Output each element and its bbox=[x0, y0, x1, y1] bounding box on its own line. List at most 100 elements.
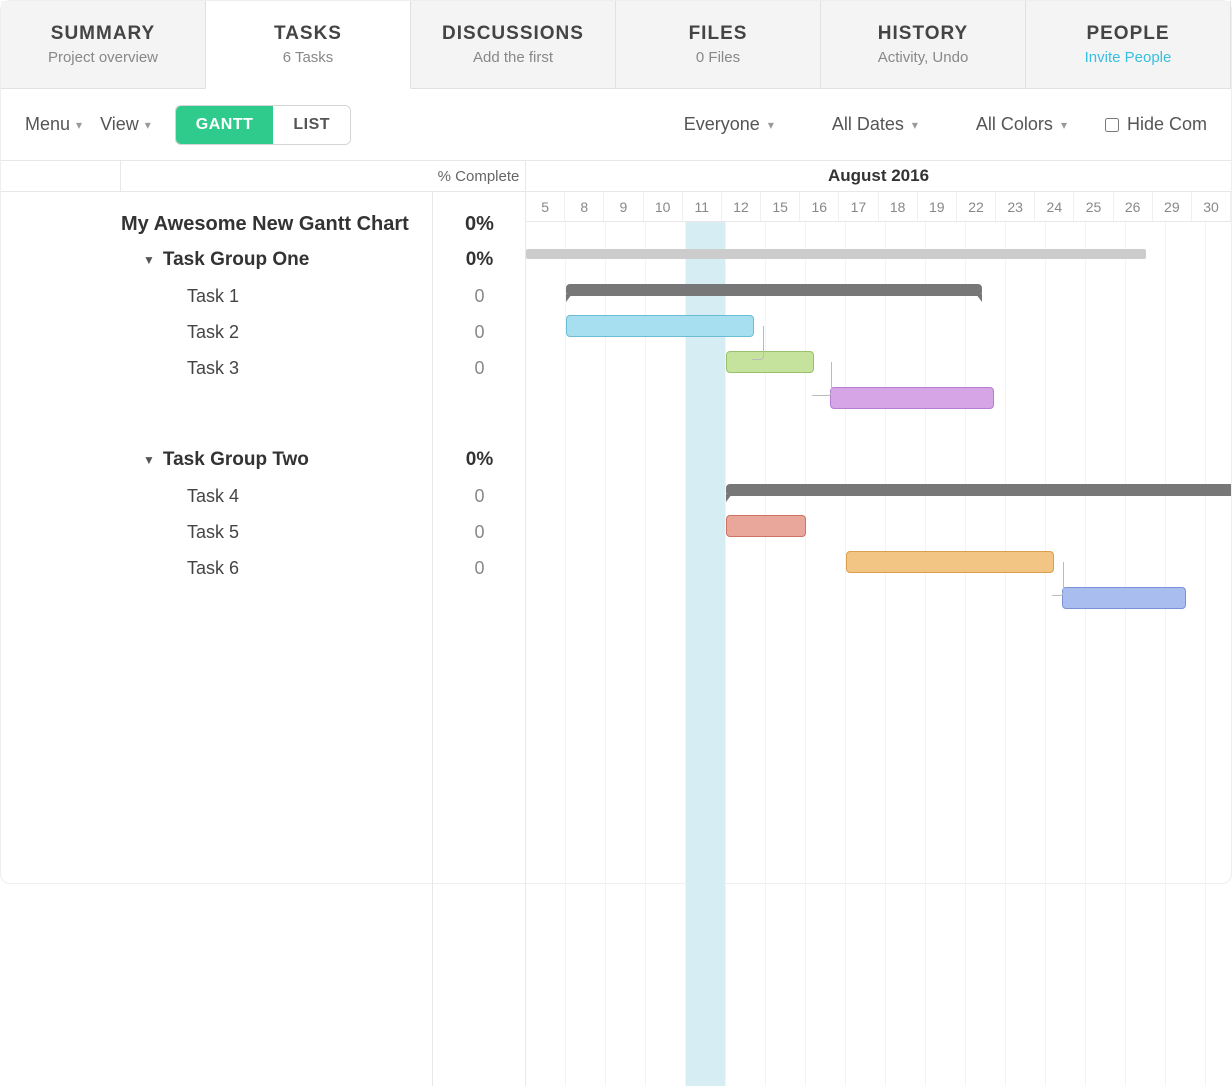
day-col-12: 12 bbox=[722, 192, 761, 221]
gantt-row bbox=[526, 236, 1231, 272]
col-pct-header: % Complete bbox=[432, 161, 526, 191]
view-label: View bbox=[100, 114, 139, 135]
row-label: Task 6 bbox=[121, 558, 432, 579]
tab-title: PEOPLE bbox=[1086, 23, 1169, 45]
tab-subtitle: Add the first bbox=[473, 49, 553, 66]
gantt-bar[interactable] bbox=[726, 484, 1231, 496]
tab-subtitle: Project overview bbox=[48, 49, 158, 66]
month-header: August 2016 bbox=[526, 161, 1231, 191]
gantt-bar[interactable] bbox=[526, 249, 1146, 259]
list-toggle[interactable]: LIST bbox=[273, 106, 350, 144]
day-col-26: 26 bbox=[1114, 192, 1153, 221]
gantt-bar[interactable] bbox=[830, 387, 994, 409]
day-col-29: 29 bbox=[1153, 192, 1192, 221]
row-task[interactable]: Task 10 bbox=[1, 278, 525, 314]
row-task[interactable]: Task 20 bbox=[1, 314, 525, 350]
row-label: Task 3 bbox=[121, 358, 432, 379]
tab-people[interactable]: PEOPLE Invite People bbox=[1026, 1, 1231, 88]
chevron-down-icon: ▾ bbox=[1061, 118, 1067, 132]
gantt-bar[interactable] bbox=[566, 315, 754, 337]
gantt-bar[interactable] bbox=[726, 515, 806, 537]
filter-colors-label: All Colors bbox=[976, 114, 1053, 135]
row-pct: 0 bbox=[432, 278, 526, 314]
row-task[interactable]: Task 40 bbox=[1, 478, 525, 514]
row-pct: 0 bbox=[432, 550, 526, 586]
gantt-row bbox=[526, 544, 1231, 580]
row-task[interactable]: Task 50 bbox=[1, 514, 525, 550]
filter-dates-label: All Dates bbox=[832, 114, 904, 135]
tab-history[interactable]: HISTORY Activity, Undo bbox=[821, 1, 1026, 88]
row-pct: 0% bbox=[432, 442, 526, 478]
row-group[interactable]: ▼ Task Group One0% bbox=[1, 242, 525, 278]
filter-dates[interactable]: All Dates ▾ bbox=[832, 114, 918, 135]
day-col-23: 23 bbox=[996, 192, 1035, 221]
day-col-18: 18 bbox=[879, 192, 918, 221]
row-task[interactable]: Task 30 bbox=[1, 350, 525, 386]
day-col-19: 19 bbox=[918, 192, 957, 221]
collapse-icon[interactable]: ▼ bbox=[143, 253, 155, 267]
day-col-30: 30 bbox=[1192, 192, 1231, 221]
tab-title: TASKS bbox=[274, 23, 342, 45]
row-label: Task 1 bbox=[121, 286, 432, 307]
gantt-bar[interactable] bbox=[726, 351, 814, 373]
col-spacer bbox=[1, 161, 121, 191]
row-label: Task 5 bbox=[121, 522, 432, 543]
gantt-row bbox=[526, 222, 1231, 236]
row-task[interactable]: Task 60 bbox=[1, 550, 525, 586]
gantt-row bbox=[526, 380, 1231, 416]
collapse-icon[interactable]: ▼ bbox=[143, 453, 155, 467]
filter-everyone-label: Everyone bbox=[684, 114, 760, 135]
tab-title: SUMMARY bbox=[51, 23, 155, 45]
filter-everyone[interactable]: Everyone ▾ bbox=[684, 114, 774, 135]
gantt-row bbox=[526, 508, 1231, 544]
day-col-8: 8 bbox=[565, 192, 604, 221]
gantt-row bbox=[526, 344, 1231, 380]
day-col-5: 5 bbox=[526, 192, 565, 221]
menu-label: Menu bbox=[25, 114, 70, 135]
gantt-bar[interactable] bbox=[1062, 587, 1186, 609]
row-label: Task 4 bbox=[121, 486, 432, 507]
row-group[interactable]: ▼ Task Group Two0% bbox=[1, 442, 525, 478]
row-label: ▼ Task Group Two bbox=[121, 449, 432, 471]
gantt-bar[interactable] bbox=[566, 284, 982, 296]
row-label: My Awesome New Gantt Chart bbox=[121, 213, 432, 236]
menu-dropdown[interactable]: Menu ▾ bbox=[25, 114, 82, 135]
dependency-line bbox=[1052, 562, 1064, 596]
col-name bbox=[121, 161, 432, 191]
chevron-down-icon: ▾ bbox=[768, 118, 774, 132]
tab-tasks[interactable]: TASKS 6 Tasks bbox=[206, 1, 411, 89]
tab-title: HISTORY bbox=[878, 23, 968, 45]
gantt-row bbox=[526, 272, 1231, 308]
chevron-down-icon: ▾ bbox=[912, 118, 918, 132]
row-spacer bbox=[1, 192, 525, 206]
view-dropdown[interactable]: View ▾ bbox=[100, 114, 151, 135]
tab-subtitle[interactable]: Invite People bbox=[1085, 49, 1172, 66]
row-pct: 0 bbox=[432, 478, 526, 514]
tab-subtitle: 0 Files bbox=[696, 49, 740, 66]
row-pct: 0% bbox=[432, 242, 526, 278]
tab-summary[interactable]: SUMMARY Project overview bbox=[1, 1, 206, 88]
tab-discussions[interactable]: DISCUSSIONS Add the first bbox=[411, 1, 616, 88]
day-col-24: 24 bbox=[1035, 192, 1074, 221]
row-project[interactable]: My Awesome New Gantt Chart0% bbox=[1, 206, 525, 242]
day-col-10: 10 bbox=[644, 192, 683, 221]
day-col-25: 25 bbox=[1074, 192, 1113, 221]
spacer-row bbox=[1, 386, 525, 442]
hide-completed[interactable]: Hide Com bbox=[1105, 114, 1207, 135]
hide-completed-checkbox[interactable] bbox=[1105, 118, 1119, 132]
chevron-down-icon: ▾ bbox=[76, 118, 82, 132]
tab-subtitle: Activity, Undo bbox=[878, 49, 969, 66]
gantt-row bbox=[526, 308, 1231, 344]
day-col-17: 17 bbox=[839, 192, 878, 221]
day-col-9: 9 bbox=[604, 192, 643, 221]
chevron-down-icon: ▾ bbox=[145, 118, 151, 132]
gantt-toggle[interactable]: GANTT bbox=[176, 106, 274, 144]
gantt-bar[interactable] bbox=[846, 551, 1054, 573]
tab-files[interactable]: FILES 0 Files bbox=[616, 1, 821, 88]
row-label: ▼ Task Group One bbox=[121, 249, 432, 271]
dependency-line bbox=[812, 362, 832, 396]
tab-subtitle: 6 Tasks bbox=[283, 49, 334, 66]
day-col-16: 16 bbox=[800, 192, 839, 221]
filter-colors[interactable]: All Colors ▾ bbox=[976, 114, 1067, 135]
row-label: Task 2 bbox=[121, 322, 432, 343]
